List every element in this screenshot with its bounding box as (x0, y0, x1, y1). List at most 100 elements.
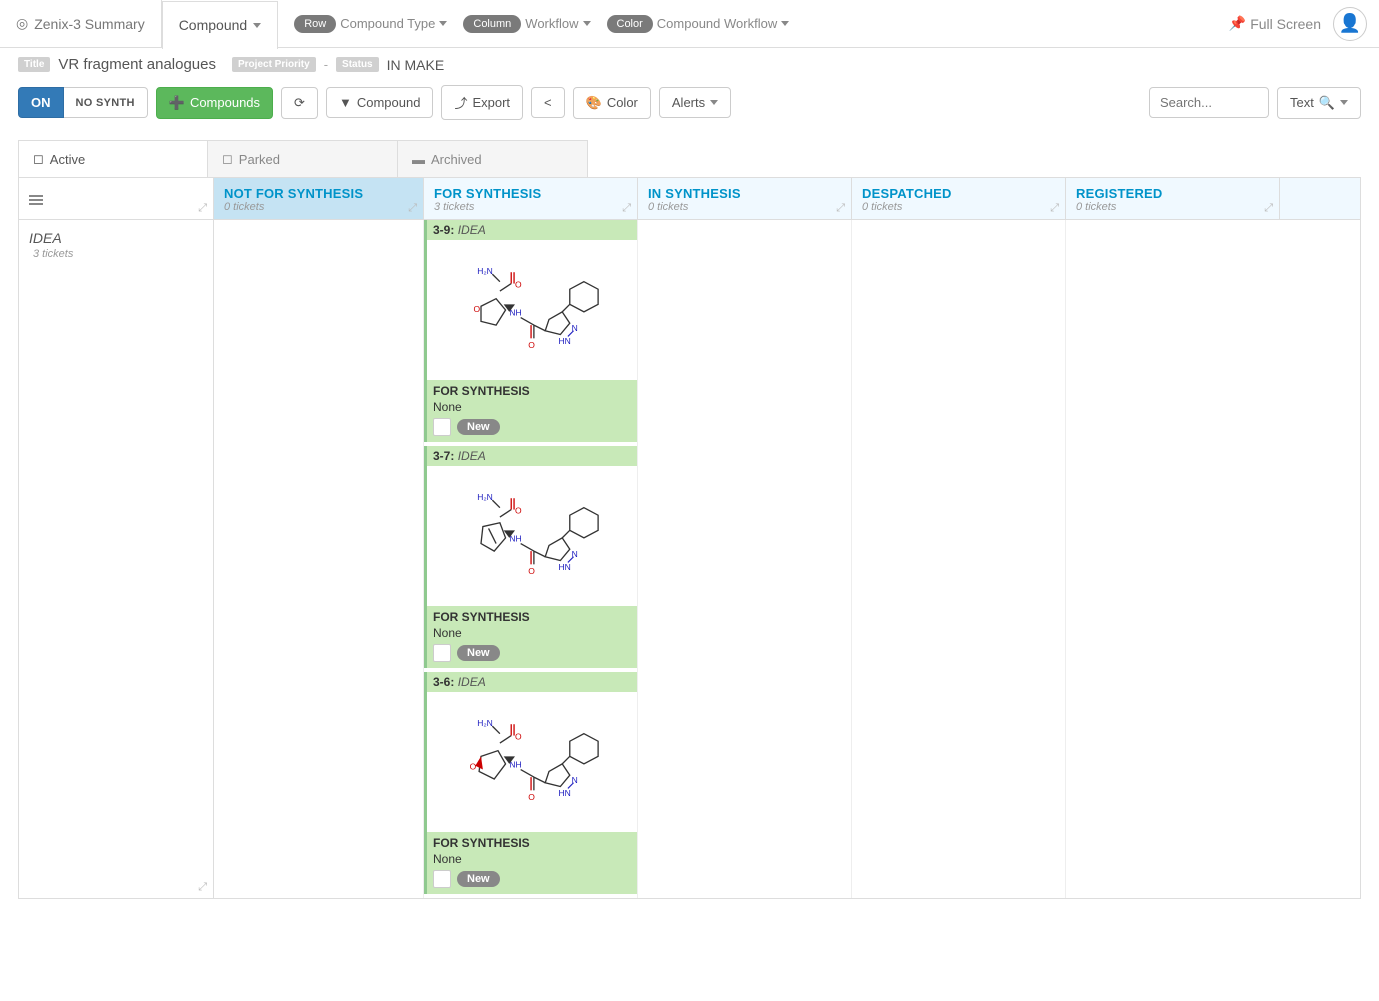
column-header[interactable]: IN SYNTHESIS 0 tickets ⤢ (638, 178, 852, 219)
column-selector[interactable]: Column Workflow (463, 15, 590, 33)
board-cell (638, 220, 852, 898)
card-checkbox[interactable] (433, 418, 451, 436)
chevron-down-icon (781, 21, 789, 26)
expand-icon[interactable]: ⤢ (622, 202, 631, 215)
expand-icon[interactable]: ⤢ (408, 202, 417, 215)
export-label: Export (472, 95, 510, 110)
tab-compound[interactable]: Compound (162, 1, 279, 49)
column-header[interactable]: NOT FOR SYNTHESIS 0 tickets ⤢ (214, 178, 424, 219)
expand-icon[interactable]: ⤢ (1050, 202, 1059, 215)
refresh-button[interactable]: ⟳ (281, 87, 318, 119)
compound-card[interactable]: 3-6: IDEA O FOR SYNTHESIS None New (424, 672, 637, 894)
card-type: IDEA (458, 223, 486, 237)
alerts-button[interactable]: Alerts (659, 87, 731, 118)
on-button[interactable]: ON (18, 87, 64, 118)
row-title: IDEA (29, 230, 203, 246)
title-bar: Title VR fragment analogues Project Prio… (0, 48, 1379, 81)
board-corner: ⤢ (19, 178, 214, 219)
card-type: IDEA (458, 675, 486, 689)
card-checkbox[interactable] (433, 870, 451, 888)
status-badge: Status (336, 57, 379, 72)
expand-icon[interactable]: ⤢ (1264, 202, 1273, 215)
status-value: IN MAKE (387, 57, 445, 73)
card-id: 3-7: (433, 449, 454, 463)
tab-parked-label: Parked (239, 152, 280, 167)
fullscreen-button[interactable]: 📌 Full Screen (1229, 15, 1321, 32)
color-button[interactable]: 🎨 Color (573, 87, 651, 119)
status-tabs: ◻ Active ◻ Parked ▬ Archived (18, 140, 1361, 177)
project-title: VR fragment analogues (58, 56, 216, 73)
compound-filter-label: Compound (357, 95, 421, 110)
card-structure (427, 466, 637, 606)
palette-icon: 🎨 (586, 95, 602, 111)
search-input[interactable] (1149, 87, 1269, 118)
priority-badge: Project Priority (232, 57, 316, 72)
priority-value: - (324, 57, 328, 72)
filter-icon: ▼ (339, 95, 352, 110)
tab-compound-label: Compound (179, 17, 248, 33)
chevron-down-icon (253, 23, 261, 28)
color-pill: Color (607, 15, 653, 33)
card-tag[interactable]: New (457, 419, 500, 435)
kanban-board: ⤢ NOT FOR SYNTHESIS 0 tickets ⤢FOR SYNTH… (18, 177, 1361, 899)
no-synth-button[interactable]: NO SYNTH (64, 87, 148, 118)
share-button[interactable]: < (531, 87, 565, 118)
board-cell (852, 220, 1066, 898)
board-cell (214, 220, 424, 898)
color-selector-label: Compound Workflow (657, 16, 777, 31)
card-structure: O (427, 692, 637, 832)
fullscreen-label: Full Screen (1250, 16, 1321, 32)
tab-archived[interactable]: ▬ Archived (398, 140, 588, 177)
text-search-button[interactable]: Text 🔍 (1277, 87, 1361, 119)
row-selector[interactable]: Row Compound Type (294, 15, 447, 33)
tab-summary[interactable]: ◎ Zenix-3 Summary (0, 0, 162, 48)
card-id: 3-6: (433, 675, 454, 689)
inbox-icon: ◻ (33, 151, 44, 167)
svg-text:O: O (470, 762, 477, 772)
hamburger-icon[interactable] (29, 193, 43, 207)
card-tag[interactable]: New (457, 645, 500, 661)
top-nav: ◎ Zenix-3 Summary Compound Row Compound … (0, 0, 1379, 48)
card-checkbox[interactable] (433, 644, 451, 662)
expand-icon[interactable]: ⤢ (836, 202, 845, 215)
chevron-down-icon (710, 100, 718, 105)
export-button[interactable]: ⤴ Export (441, 85, 523, 120)
row-selector-label: Compound Type (340, 16, 435, 31)
column-selector-label: Workflow (525, 16, 578, 31)
column-header[interactable]: FOR SYNTHESIS 3 tickets ⤢ (424, 178, 638, 219)
alerts-label: Alerts (672, 95, 705, 110)
card-footer: FOR SYNTHESIS None New (427, 832, 637, 894)
toolbar: ON NO SYNTH ➕ Compounds ⟳ ▼ Compound ⤴ E… (0, 81, 1379, 130)
card-status: FOR SYNTHESIS (433, 610, 631, 624)
column-pill: Column (463, 15, 521, 33)
target-icon: ◎ (16, 15, 28, 32)
card-footer: FOR SYNTHESIS None New (427, 380, 637, 442)
column-title: FOR SYNTHESIS (434, 186, 627, 201)
tab-parked[interactable]: ◻ Parked (208, 140, 398, 177)
column-header[interactable]: REGISTERED 0 tickets ⤢ (1066, 178, 1280, 219)
expand-icon[interactable]: ⤢ (198, 202, 207, 215)
column-header[interactable]: DESPATCHED 0 tickets ⤢ (852, 178, 1066, 219)
avatar[interactable]: 👤 (1333, 7, 1367, 41)
column-sub: 3 tickets (434, 201, 627, 213)
tab-summary-label: Zenix-3 Summary (34, 16, 144, 32)
chevron-down-icon (439, 21, 447, 26)
compound-card[interactable]: 3-7: IDEA FOR SYNTHESIS None New (424, 446, 637, 668)
add-compounds-button[interactable]: ➕ Compounds (156, 87, 273, 119)
compound-card[interactable]: 3-9: IDEA O FOR SYNTHESIS None New (424, 220, 637, 442)
row-sub: 3 tickets (29, 248, 203, 260)
compound-filter-button[interactable]: ▼ Compound (326, 87, 433, 118)
tab-active[interactable]: ◻ Active (18, 140, 208, 177)
card-assignee: None (433, 852, 631, 866)
card-id: 3-9: (433, 223, 454, 237)
card-assignee: None (433, 400, 631, 414)
card-status: FOR SYNTHESIS (433, 836, 631, 850)
svg-text:O: O (473, 304, 480, 314)
card-assignee: None (433, 626, 631, 640)
expand-icon[interactable]: ⤢ (198, 881, 207, 894)
card-tag[interactable]: New (457, 871, 500, 887)
board-cell: 3-9: IDEA O FOR SYNTHESIS None New 3-7: … (424, 220, 638, 898)
board-header: ⤢ NOT FOR SYNTHESIS 0 tickets ⤢FOR SYNTH… (19, 178, 1360, 220)
export-icon: ⤴ (454, 93, 467, 112)
color-selector[interactable]: Color Compound Workflow (607, 15, 790, 33)
